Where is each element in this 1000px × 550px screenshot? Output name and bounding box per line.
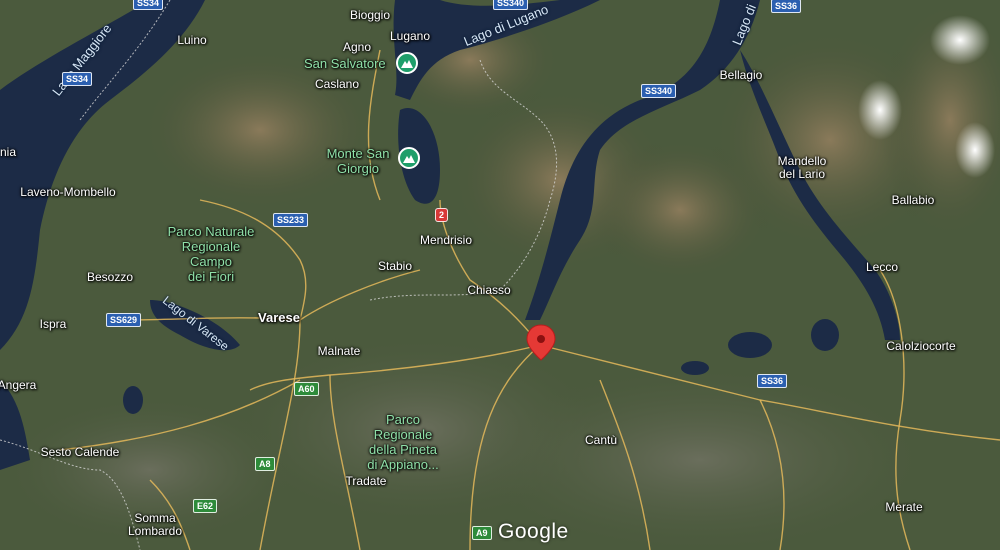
place-bellagio: Bellagio: [719, 68, 763, 82]
satellite-map[interactable]: [0, 0, 1000, 550]
place-lugano: Lugano: [389, 29, 431, 43]
place-besozzo: Besozzo: [86, 270, 134, 284]
place-ballabio: Ballabio: [891, 193, 935, 207]
road-shield-ss36: SS36: [757, 374, 788, 388]
place-mandello-del-lario: Mandello del Lario: [777, 154, 827, 181]
place-tradate: Tradate: [345, 474, 387, 488]
place-somma-lombardo: Somma Lombardo: [127, 511, 183, 538]
road-shield-ss629: SS629: [106, 313, 142, 327]
place-stabio: Stabio: [377, 259, 413, 273]
place-chiasso: Chiasso: [467, 283, 511, 297]
road-shield-ss340-top: SS340: [493, 0, 529, 10]
place-varese: Varese: [258, 310, 300, 325]
park-pineta-di-appiano: Parco Regionale della Pineta di Appiano.…: [367, 412, 439, 472]
place-laveno: Laveno-Mombello: [20, 185, 116, 199]
mountain-icon[interactable]: [396, 52, 418, 74]
place-mendrisio: Mendrisio: [419, 233, 473, 247]
place-partial-label: nia: [0, 145, 17, 159]
road-shield-ss340: SS340: [641, 84, 677, 98]
poi-monte-san-giorgio-label: Monte San Giorgio: [326, 146, 390, 176]
road-shield-ss233: SS233: [273, 213, 309, 227]
place-calolziocorte: Calolziocorte: [886, 339, 956, 353]
place-angera: Angera: [0, 378, 37, 392]
place-agno: Agno: [342, 40, 372, 54]
road-shield-ch2: 2: [435, 208, 449, 222]
place-luino: Luino: [177, 33, 207, 47]
poi-san-salvatore-label: San Salvatore: [304, 56, 386, 71]
place-merate: Merate: [885, 500, 923, 514]
road-shield-ss36-top: SS36: [771, 0, 802, 13]
place-cantu: Cantù: [584, 433, 618, 447]
place-malnate: Malnate: [317, 344, 361, 358]
place-caslano: Caslano: [314, 77, 360, 91]
mountain-icon[interactable]: [398, 147, 420, 169]
google-logo: Google: [498, 520, 569, 543]
place-lecco: Lecco: [865, 260, 899, 274]
place-bioggio: Bioggio: [349, 8, 391, 22]
road-shield-a9: A9: [472, 526, 492, 540]
road-shield-e62: E62: [193, 499, 218, 513]
road-shield-ss34: SS34: [62, 72, 93, 86]
place-sesto-calende: Sesto Calende: [40, 445, 120, 459]
road-shield-ss34-top: SS34: [133, 0, 164, 10]
road-shield-a8: A8: [255, 457, 275, 471]
road-shield-a60: A60: [294, 382, 319, 396]
place-ispra: Ispra: [39, 317, 67, 331]
park-campo-dei-fiori: Parco Naturale Regionale Campo dei Fiori: [167, 224, 255, 284]
